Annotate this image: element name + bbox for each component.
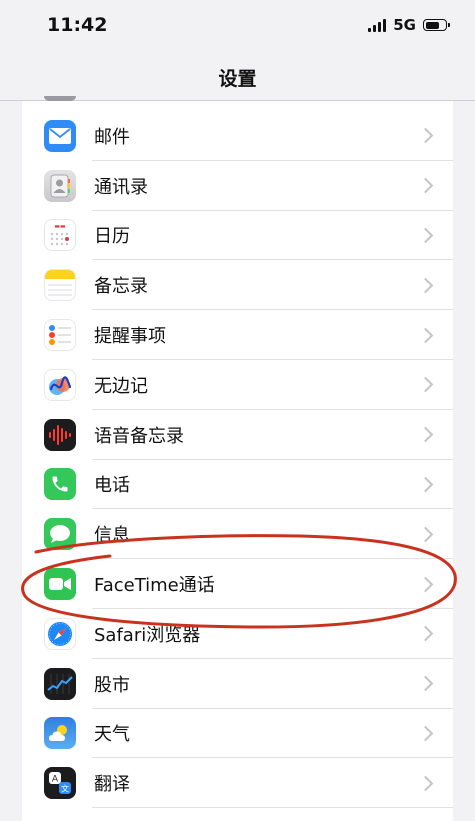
settings-row-stocks[interactable]: 股市 xyxy=(22,659,453,709)
chevron-right-icon xyxy=(417,526,434,543)
chevron-right-icon xyxy=(417,277,434,294)
settings-row-mail[interactable]: 邮件 xyxy=(22,111,453,161)
chevron-right-icon xyxy=(417,327,434,343)
chevron-right-icon xyxy=(417,675,434,692)
stocks-icon xyxy=(44,667,76,700)
settings-list[interactable]: 邮件 通讯录 ▬▬ 日历 备忘录 提醒事项 无边记 语音备忘录 电话 信息 Fa… xyxy=(22,101,453,821)
calendar-icon: ▬▬ xyxy=(44,219,76,252)
chevron-right-icon xyxy=(417,626,434,642)
network-type: 5G xyxy=(393,16,416,34)
settings-row-weather[interactable]: 天气 xyxy=(22,709,453,759)
settings-row-label: 备忘录 xyxy=(94,276,148,298)
phone-icon xyxy=(44,468,76,501)
settings-row-safari[interactable]: Safari浏览器 xyxy=(22,609,453,659)
settings-row-label: Safari浏览器 xyxy=(94,624,201,646)
chevron-right-icon xyxy=(417,775,434,792)
freeform-icon xyxy=(44,368,76,401)
settings-row-label: 提醒事项 xyxy=(94,326,166,348)
facetime-icon xyxy=(44,568,76,601)
chevron-right-icon xyxy=(417,576,434,592)
settings-row-label: 股市 xyxy=(94,674,130,696)
chevron-right-icon xyxy=(417,227,434,244)
settings-row-label: 通讯录 xyxy=(94,176,148,198)
previous-row-icon-stub xyxy=(44,96,76,101)
settings-row-voice-memos[interactable]: 语音备忘录 xyxy=(22,410,453,460)
settings-row-label: 日历 xyxy=(94,226,130,248)
settings-row-facetime[interactable]: FaceTime通话 xyxy=(22,559,453,609)
settings-row-label: 翻译 xyxy=(94,774,130,796)
status-bar: 11:42 5G xyxy=(0,0,475,50)
settings-row-label: 信息 xyxy=(94,525,130,547)
settings-row-label: 邮件 xyxy=(94,126,130,148)
settings-row-label: 无边记 xyxy=(94,375,148,397)
signal-icon xyxy=(368,18,387,32)
settings-row-label: 语音备忘录 xyxy=(94,425,184,447)
safari-icon xyxy=(44,617,76,650)
settings-row-label: 电话 xyxy=(94,475,130,497)
chevron-right-icon xyxy=(417,177,434,194)
settings-row-contacts[interactable]: 通讯录 xyxy=(22,161,453,211)
voice-memos-icon xyxy=(44,418,76,451)
settings-row-phone[interactable]: 电话 xyxy=(22,460,453,510)
settings-row-messages[interactable]: 信息 xyxy=(22,509,453,560)
settings-row-reminders[interactable]: 提醒事项 xyxy=(22,310,453,360)
weather-icon xyxy=(44,717,76,750)
page-title: 设置 xyxy=(218,68,257,90)
chevron-right-icon xyxy=(417,426,434,443)
chevron-right-icon xyxy=(417,377,434,393)
svg-text:文: 文 xyxy=(61,784,69,794)
chevron-right-icon xyxy=(417,725,434,742)
chevron-right-icon xyxy=(417,128,434,144)
battery-icon xyxy=(423,19,450,31)
translate-icon: A文 xyxy=(44,767,76,800)
svg-text:▬▬: ▬▬ xyxy=(54,223,66,230)
settings-row-label: FaceTime通话 xyxy=(94,575,215,597)
status-time: 11:42 xyxy=(47,14,108,36)
settings-row-calendar[interactable]: ▬▬ 日历 xyxy=(22,211,453,261)
chevron-right-icon xyxy=(417,476,434,493)
notes-icon xyxy=(44,269,76,302)
reminders-icon xyxy=(44,319,76,352)
settings-row-freeform[interactable]: 无边记 xyxy=(22,360,453,410)
settings-row-label: 天气 xyxy=(94,724,130,746)
status-indicators: 5G xyxy=(368,16,450,34)
mail-icon xyxy=(44,119,76,152)
svg-text:A: A xyxy=(52,775,59,785)
settings-row-translate[interactable]: A文 翻译 xyxy=(22,758,453,809)
settings-row-notes[interactable]: 备忘录 xyxy=(22,260,453,311)
contacts-icon xyxy=(44,169,76,202)
messages-icon xyxy=(44,518,76,551)
